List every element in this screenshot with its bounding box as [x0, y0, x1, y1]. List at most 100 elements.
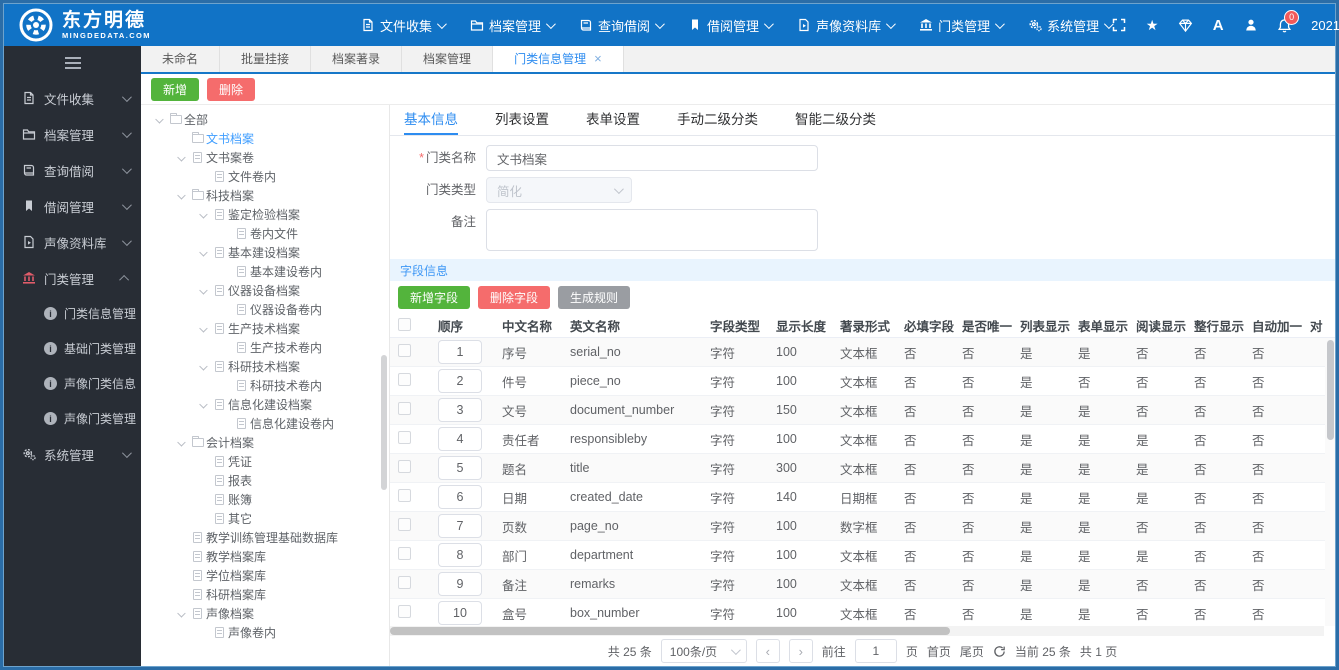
top-menu-archive[interactable]: 档案管理 — [470, 16, 556, 35]
tree-caret-icon[interactable] — [195, 399, 211, 408]
gem-icon[interactable] — [1177, 17, 1193, 33]
row-checkbox[interactable] — [398, 344, 411, 357]
prev-page-button[interactable]: ‹ — [755, 639, 780, 663]
sidebar-item-system[interactable]: 系统管理 — [4, 436, 141, 472]
last-page-link[interactable]: 尾页 — [960, 643, 984, 660]
order-input[interactable]: 6 — [438, 485, 482, 509]
tree-item[interactable]: 信息化建设卷内 — [141, 414, 389, 433]
star-icon[interactable]: ★ — [1144, 17, 1160, 33]
tree-item[interactable]: 文件卷内 — [141, 167, 389, 186]
tree-item[interactable]: 教学档案库 — [141, 547, 389, 566]
tree-caret-icon[interactable] — [195, 247, 211, 256]
tree-item[interactable]: 信息化建设档案 — [141, 395, 389, 414]
refresh-icon[interactable] — [993, 645, 1006, 658]
row-checkbox[interactable] — [398, 518, 411, 531]
tab-form-settings[interactable]: 表单设置 — [586, 105, 640, 135]
row-checkbox[interactable] — [398, 373, 411, 386]
tree-item[interactable]: 会计档案 — [141, 433, 389, 452]
tree-item[interactable]: 科技档案 — [141, 186, 389, 205]
order-input[interactable]: 1 — [438, 340, 482, 364]
top-menu-media[interactable]: 声像资料库 — [797, 16, 896, 35]
tree-item[interactable]: 凭证 — [141, 452, 389, 471]
tab-unnamed[interactable]: 未命名 — [141, 46, 221, 72]
delete-field-button[interactable]: 删除字段 — [478, 286, 551, 309]
sidebar-item-media[interactable]: 声像资料库 — [4, 224, 141, 260]
tree-item[interactable]: 生产技术档案 — [141, 319, 389, 338]
tree-item[interactable]: 仪器设备卷内 — [141, 300, 389, 319]
row-checkbox[interactable] — [398, 460, 411, 473]
sidebar-subitem[interactable]: 基础门类管理 — [4, 331, 141, 366]
order-input[interactable]: 10 — [438, 601, 482, 625]
tree-item[interactable]: 文书档案 — [141, 129, 389, 148]
category-type-select[interactable]: 简化 — [486, 177, 632, 203]
table-vertical-scrollbar[interactable] — [1325, 338, 1335, 626]
tab-smart-subclass[interactable]: 智能二级分类 — [795, 105, 876, 135]
sidebar-subitem[interactable]: 门类信息管理 — [4, 296, 141, 331]
tab-basic-info[interactable]: 基本信息 — [404, 105, 458, 135]
tab-batch-link[interactable]: 批量挂接 — [220, 46, 312, 72]
tree-item[interactable]: 全部 — [141, 110, 389, 129]
tree-scrollbar[interactable] — [381, 355, 387, 490]
sidebar-collapse-button[interactable] — [4, 46, 141, 80]
top-menu-borrow[interactable]: 借阅管理 — [688, 16, 774, 35]
generate-rule-button[interactable]: 生成规则 — [558, 286, 631, 309]
sidebar-item-category[interactable]: 门类管理 — [4, 260, 141, 296]
tree-item[interactable]: 学位档案库 — [141, 566, 389, 585]
order-input[interactable]: 9 — [438, 572, 482, 596]
tree-caret-icon[interactable] — [195, 285, 211, 294]
tree-item[interactable]: 其它 — [141, 509, 389, 528]
select-all-checkbox[interactable] — [398, 317, 411, 331]
tree-item[interactable]: 报表 — [141, 471, 389, 490]
row-checkbox[interactable] — [398, 605, 411, 618]
tree-item[interactable]: 教学训练管理基础数据库 — [141, 528, 389, 547]
table-horizontal-scrollbar[interactable] — [390, 626, 1324, 636]
tab-archive-entry[interactable]: 档案著录 — [311, 46, 403, 72]
user-icon[interactable] — [1243, 17, 1259, 33]
top-menu-query[interactable]: 查询借阅 — [579, 16, 665, 35]
tree-item[interactable]: 生产技术卷内 — [141, 338, 389, 357]
tab-category-info[interactable]: 门类信息管理 × — [493, 46, 624, 72]
tree-caret-icon[interactable] — [195, 323, 211, 332]
tree-caret-icon[interactable] — [173, 152, 189, 161]
tree-item[interactable]: 基本建设卷内 — [141, 262, 389, 281]
tree-item[interactable]: 仪器设备档案 — [141, 281, 389, 300]
tree-item[interactable]: 科研技术档案 — [141, 357, 389, 376]
row-checkbox[interactable] — [398, 547, 411, 560]
sidebar-item-doc-collect[interactable]: 文件收集 — [4, 80, 141, 116]
top-menu-system[interactable]: 系统管理 — [1028, 16, 1114, 35]
tree-caret-icon[interactable] — [195, 209, 211, 218]
order-input[interactable]: 4 — [438, 427, 482, 451]
add-button[interactable]: 新增 — [151, 77, 200, 101]
tree-caret-icon[interactable] — [173, 437, 189, 446]
tab-archive-manage[interactable]: 档案管理 — [402, 46, 494, 72]
tab-list-settings[interactable]: 列表设置 — [495, 105, 549, 135]
sidebar-subitem[interactable]: 声像门类信息 — [4, 366, 141, 401]
page-number-input[interactable] — [854, 639, 897, 663]
row-checkbox[interactable] — [398, 402, 411, 415]
fullscreen-icon[interactable] — [1111, 17, 1127, 33]
top-menu-doc-collect[interactable]: 文件收集 — [361, 16, 447, 35]
page-size-select[interactable]: 100条/页 — [660, 639, 747, 663]
tree-caret-icon[interactable] — [173, 608, 189, 617]
tree-item[interactable]: 声像卷内 — [141, 623, 389, 642]
order-input[interactable]: 2 — [438, 369, 482, 393]
row-checkbox[interactable] — [398, 489, 411, 502]
top-menu-category[interactable]: 门类管理 — [919, 16, 1005, 35]
order-input[interactable]: 5 — [438, 456, 482, 480]
tree-item[interactable]: 声像档案 — [141, 604, 389, 623]
close-icon[interactable]: × — [594, 46, 602, 72]
order-input[interactable]: 3 — [438, 398, 482, 422]
sidebar-subitem[interactable]: 声像门类管理 — [4, 401, 141, 436]
first-page-link[interactable]: 首页 — [927, 643, 951, 660]
sidebar-item-borrow[interactable]: 借阅管理 — [4, 188, 141, 224]
tree-item[interactable]: 科研档案库 — [141, 585, 389, 604]
tree-item[interactable]: 基本建设档案 — [141, 243, 389, 262]
tree-caret-icon[interactable] — [151, 114, 167, 123]
tree-caret-icon[interactable] — [173, 190, 189, 199]
note-textarea[interactable] — [486, 209, 818, 251]
next-page-button[interactable]: › — [788, 639, 813, 663]
order-input[interactable]: 7 — [438, 514, 482, 538]
order-input[interactable]: 8 — [438, 543, 482, 567]
tree-item[interactable]: 鉴定检验档案 — [141, 205, 389, 224]
tree-item[interactable]: 卷内文件 — [141, 224, 389, 243]
